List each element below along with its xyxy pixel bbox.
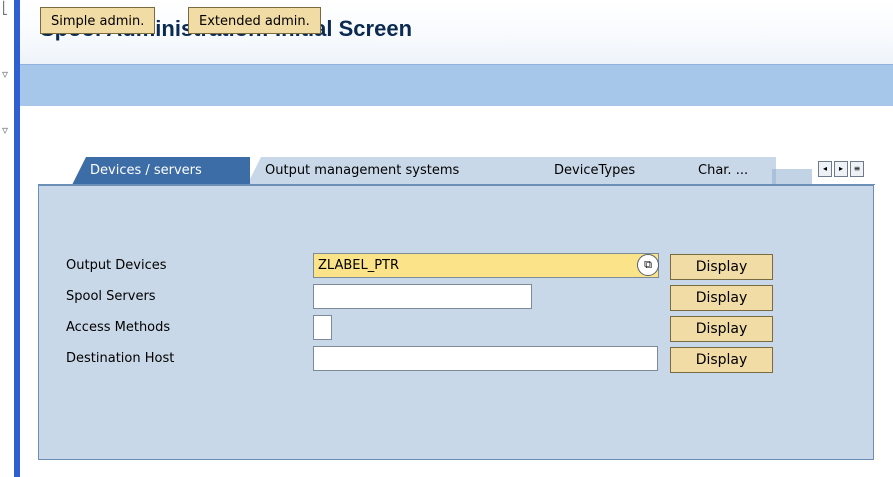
extended-admin-button[interactable]: Extended admin.	[188, 7, 321, 34]
tab-list-icon[interactable]: ≡	[850, 161, 864, 177]
tab-label: Output management systems	[265, 163, 460, 178]
output-devices-field[interactable]	[313, 253, 659, 278]
tab-scroll-right-icon[interactable]: ▸	[834, 161, 848, 177]
output-devices-label: Output Devices	[66, 258, 167, 273]
destination-host-label: Destination Host	[66, 351, 175, 366]
tab-overflow-indicator	[772, 169, 812, 185]
tab-devices-servers[interactable]: Devices / servers	[72, 157, 250, 185]
application-toolbar	[20, 64, 893, 107]
display-access-methods-button[interactable]: Display	[670, 316, 773, 342]
tab-label: DeviceTypes	[554, 163, 636, 178]
access-methods-label: Access Methods	[66, 320, 171, 335]
spool-servers-label: Spool Servers	[66, 289, 156, 304]
display-destination-host-button[interactable]: Display	[670, 347, 773, 373]
tab-label: Char. ...	[698, 163, 749, 178]
display-spool-servers-button[interactable]: Display	[670, 285, 773, 311]
destination-host-field[interactable]	[313, 346, 658, 371]
tab-output-management-systems[interactable]: Output management systems	[247, 157, 551, 185]
tab-label: Devices / servers	[90, 163, 202, 178]
collapse-arrow-icon[interactable]: ▿	[2, 68, 8, 80]
tab-scroll-left-icon[interactable]: ◂	[818, 161, 832, 177]
value-help-icon[interactable]: ⧉	[637, 254, 659, 276]
access-methods-field[interactable]	[313, 315, 332, 340]
spool-servers-field[interactable]	[313, 284, 532, 309]
left-edge-mark: ⎣	[2, 1, 8, 15]
simple-admin-button[interactable]: Simple admin.	[40, 7, 156, 34]
collapse-arrow-icon[interactable]: ▿	[2, 124, 8, 136]
display-output-devices-button[interactable]: Display	[670, 254, 773, 280]
tab-device-types[interactable]: DeviceTypes	[536, 157, 696, 185]
